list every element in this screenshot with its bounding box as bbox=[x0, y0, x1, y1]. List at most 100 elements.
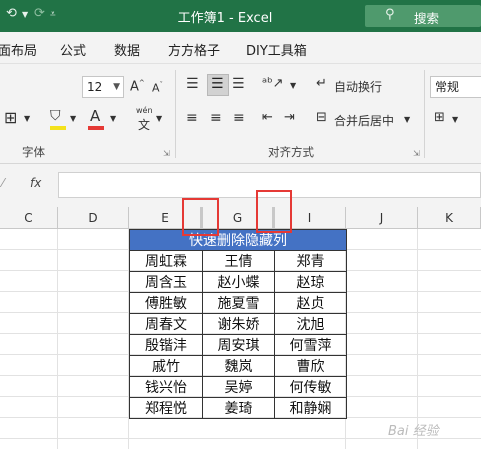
table-cell[interactable]: 赵小蝶 bbox=[202, 271, 275, 293]
table-cell[interactable]: 何传敏 bbox=[274, 376, 347, 398]
search-label: 搜索 bbox=[414, 11, 440, 26]
watermark-logo: Bai 经验 bbox=[388, 424, 439, 439]
column-header-c[interactable]: C bbox=[0, 207, 58, 229]
column-header-k[interactable]: K bbox=[418, 207, 481, 229]
cancel-icon[interactable]: ⁄ bbox=[2, 176, 4, 190]
table-cell[interactable]: 吴婷 bbox=[202, 376, 275, 398]
font-color-swatch bbox=[88, 126, 104, 130]
ribbon: 12 ▼ A^ Aˇ ⊞ ▼ ⛉ ▼ A ▼ wén 文 ▼ 字体 ⇲ ☰ ☰ … bbox=[0, 64, 481, 164]
table-cell[interactable]: 郑青 bbox=[274, 250, 347, 272]
search-box[interactable]: ⚲ 搜索 bbox=[365, 5, 481, 27]
title-bar: ⟲ ▼ ⟳ ⩡ 工作簿1 - Excel ⚲ 搜索 bbox=[0, 0, 481, 32]
table-cell[interactable]: 周含玉 bbox=[129, 271, 203, 293]
align-bottom-icon[interactable]: ☰ bbox=[232, 76, 245, 92]
decrease-font-icon[interactable]: Aˇ bbox=[152, 81, 163, 95]
phonetic-glyph-icon[interactable]: 文 bbox=[138, 116, 150, 133]
table-cell[interactable]: 赵琼 bbox=[274, 271, 347, 293]
table-header-row: 快速删除隐藏列 bbox=[129, 229, 347, 251]
formula-controls: ⁄ fx bbox=[0, 172, 56, 198]
chevron-down-icon[interactable]: ▼ bbox=[22, 10, 28, 19]
tab-diy-toolbox[interactable]: DIY工具箱 bbox=[246, 40, 307, 59]
align-left-icon[interactable]: ≡ bbox=[186, 110, 198, 126]
align-middle-icon: ☰ bbox=[211, 76, 224, 92]
undo-icon[interactable]: ⟲ bbox=[6, 6, 17, 21]
column-header-j[interactable]: J bbox=[346, 207, 418, 229]
tab-page-layout[interactable]: 面布局 bbox=[0, 40, 37, 59]
currency-icon[interactable]: ⊞ bbox=[434, 110, 445, 125]
formula-bar: ⁄ fx bbox=[0, 164, 481, 207]
table-cell[interactable]: 周安琪 bbox=[202, 334, 275, 356]
align-middle-button[interactable]: ☰ bbox=[207, 74, 229, 96]
search-icon: ⚲ bbox=[385, 7, 395, 22]
hidden-column-highlight-h bbox=[256, 190, 292, 233]
hidden-column-highlight-f bbox=[182, 198, 219, 236]
worksheet-grid[interactable]: 快速删除隐藏列 周虹霖 王倩 郑青 周含玉 赵小蝶 赵琼 傅胜敏 施夏雪 赵贞 … bbox=[0, 229, 481, 449]
dialog-launcher-icon[interactable]: ⇲ bbox=[163, 149, 170, 158]
tab-data[interactable]: 数据 bbox=[114, 40, 140, 59]
chevron-down-icon[interactable]: ▼ bbox=[70, 114, 76, 123]
dialog-launcher-icon[interactable]: ⇲ bbox=[413, 149, 420, 158]
column-header-d[interactable]: D bbox=[58, 207, 129, 229]
table-row: 周春文 谢朱娇 沈旭 bbox=[129, 313, 347, 335]
align-top-icon[interactable]: ☰ bbox=[186, 76, 199, 92]
table-cell[interactable]: 谢朱娇 bbox=[202, 313, 275, 335]
table-cell[interactable]: 曹欣 bbox=[274, 355, 347, 377]
table-cell[interactable]: 魏岚 bbox=[202, 355, 275, 377]
number-format-select[interactable]: 常规 bbox=[430, 76, 481, 98]
align-right-icon[interactable]: ≡ bbox=[233, 110, 245, 126]
grid-line bbox=[417, 229, 418, 449]
table-cell[interactable]: 周春文 bbox=[129, 313, 203, 335]
table-cell[interactable]: 赵贞 bbox=[274, 292, 347, 314]
align-center-icon[interactable]: ≡ bbox=[210, 110, 222, 126]
chevron-down-icon[interactable]: ▼ bbox=[290, 81, 296, 90]
wrap-text-button[interactable]: 自动换行 bbox=[334, 78, 382, 95]
table-cell[interactable]: 沈旭 bbox=[274, 313, 347, 335]
orientation-icon[interactable]: ᵃᵇ↗ bbox=[262, 76, 284, 91]
redo-icon[interactable]: ⟳ bbox=[34, 6, 45, 21]
table-cell[interactable]: 和静娴 bbox=[274, 397, 347, 419]
font-size-select[interactable]: 12 ▼ bbox=[82, 76, 124, 98]
fill-color-swatch bbox=[50, 126, 66, 130]
chevron-down-icon[interactable]: ▼ bbox=[452, 115, 458, 124]
table-row: 周含玉 赵小蝶 赵琼 bbox=[129, 271, 347, 293]
increase-font-icon[interactable]: A^ bbox=[130, 79, 145, 94]
decrease-indent-icon[interactable]: ⇤ bbox=[262, 110, 273, 125]
group-label-font: 字体 bbox=[22, 145, 45, 159]
customize-icon[interactable]: ⩡ bbox=[50, 9, 56, 20]
table-cell[interactable]: 傅胜敏 bbox=[129, 292, 203, 314]
table-cell[interactable]: 周虹霖 bbox=[129, 250, 203, 272]
fill-color-icon[interactable]: ⛉ bbox=[50, 108, 61, 124]
chevron-down-icon[interactable]: ▼ bbox=[24, 114, 30, 123]
chevron-down-icon[interactable]: ▼ bbox=[404, 115, 410, 124]
table-cell[interactable]: 施夏雪 bbox=[202, 292, 275, 314]
chevron-down-icon[interactable]: ▼ bbox=[110, 114, 116, 123]
group-label-alignment: 对齐方式 bbox=[268, 145, 314, 159]
table-cell[interactable]: 王倩 bbox=[202, 250, 275, 272]
borders-icon[interactable]: ⊞ bbox=[4, 108, 17, 127]
table-cell[interactable]: 郑程悦 bbox=[129, 397, 203, 419]
tab-fangfang[interactable]: 方方格子 bbox=[168, 40, 220, 59]
wrap-text-icon[interactable]: ↵ bbox=[316, 76, 327, 91]
table-row: 殷锴沣 周安琪 何雪萍 bbox=[129, 334, 347, 356]
increase-indent-icon[interactable]: ⇥ bbox=[284, 110, 295, 125]
tab-formulas[interactable]: 公式 bbox=[60, 40, 86, 59]
table-cell[interactable]: 钱兴怡 bbox=[129, 376, 203, 398]
chevron-down-icon: ▼ bbox=[113, 82, 120, 92]
table-cell[interactable]: 何雪萍 bbox=[274, 334, 347, 356]
table-row: 郑程悦 姜琦 和静娴 bbox=[129, 397, 347, 419]
table-cell[interactable]: 戚竹 bbox=[129, 355, 203, 377]
merge-center-button[interactable]: 合并后居中 bbox=[334, 112, 394, 129]
table-cell[interactable]: 殷锴沣 bbox=[129, 334, 203, 356]
phonetic-icon[interactable]: wén bbox=[136, 106, 153, 115]
table-cell[interactable]: 姜琦 bbox=[202, 397, 275, 419]
table-header-cell[interactable]: 快速删除隐藏列 bbox=[129, 229, 347, 251]
name-table: 快速删除隐藏列 周虹霖 王倩 郑青 周含玉 赵小蝶 赵琼 傅胜敏 施夏雪 赵贞 … bbox=[129, 229, 347, 419]
divider bbox=[424, 70, 425, 158]
merge-center-icon[interactable]: ⊟ bbox=[316, 110, 327, 125]
chevron-down-icon[interactable]: ▼ bbox=[156, 114, 162, 123]
divider bbox=[175, 70, 176, 158]
column-header-row: C D E F G H I J K bbox=[0, 207, 481, 229]
font-color-icon[interactable]: A bbox=[90, 107, 100, 125]
table-row: 戚竹 魏岚 曹欣 bbox=[129, 355, 347, 377]
fx-icon[interactable]: fx bbox=[30, 176, 41, 190]
